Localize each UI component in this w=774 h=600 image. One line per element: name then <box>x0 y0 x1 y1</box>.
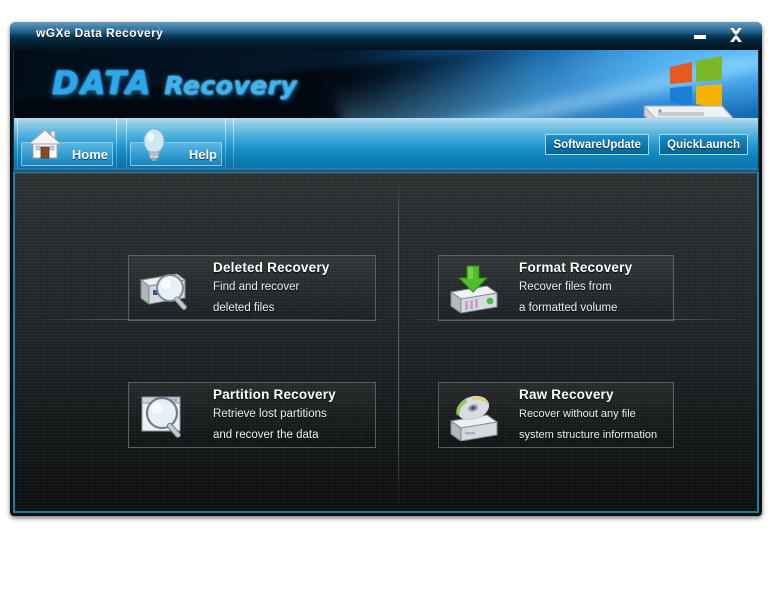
card-title: Raw Recovery <box>519 387 614 402</box>
main-content: Deleted Recovery Find and recover delete… <box>13 172 759 513</box>
card-raw-recovery[interactable]: Raw Recovery Recover without any file sy… <box>438 382 674 448</box>
software-update-button[interactable]: SoftwareUpdate <box>545 134 649 155</box>
card-format-recovery[interactable]: Format Recovery Recover files from a for… <box>438 255 674 321</box>
card-description-line2: deleted files <box>213 302 275 314</box>
toolbar-separator <box>116 118 117 172</box>
minimize-icon <box>694 35 706 39</box>
card-description-line1: Retrieve lost partitions <box>213 408 327 420</box>
card-deleted-recovery[interactable]: Deleted Recovery Find and recover delete… <box>128 255 376 321</box>
card-description-line1: Recover files from <box>519 281 612 293</box>
minimize-button[interactable] <box>684 22 716 48</box>
toolbar-separator <box>233 118 234 172</box>
toolbar-separator <box>225 118 226 172</box>
card-description-line1: Recover without any file <box>519 408 636 420</box>
divider-vertical <box>398 181 399 507</box>
cd-drive-icon <box>449 395 499 441</box>
card-title: Deleted Recovery <box>213 260 330 275</box>
close-button[interactable] <box>720 22 752 48</box>
toolbar: Home Help SoftwareUpdate QuickLaunch <box>13 118 759 172</box>
drive-magnifier-icon <box>139 273 187 310</box>
banner-title: DATA Recovery <box>52 64 297 102</box>
toolbar-item-help-label: Help <box>188 147 217 162</box>
title-bar: wGXe Data Recovery wGXe Data Recovery <box>10 22 762 50</box>
toolbar-item-help[interactable]: Help <box>126 118 226 172</box>
content-top-glow <box>15 172 757 174</box>
title-bar-title: wGXe Data Recovery <box>36 26 164 40</box>
banner-title-main: DATA <box>52 64 153 102</box>
toolbar-separator <box>126 118 127 172</box>
card-title: Partition Recovery <box>213 387 336 402</box>
header-banner: DATA Recovery <box>13 50 759 118</box>
lightbulb-icon <box>143 128 165 161</box>
windows-harddrive-icon <box>642 56 734 118</box>
card-description-line2: system structure information <box>519 429 658 441</box>
card-title: Format Recovery <box>519 260 633 275</box>
card-description-line1: Find and recover <box>213 281 300 293</box>
banner-title-sub: Recovery <box>164 71 298 100</box>
card-description-line2: and recover the data <box>213 429 319 441</box>
window-magnifier-icon <box>141 396 181 438</box>
toolbar-separator <box>17 118 18 172</box>
toolbar-item-home-label: Home <box>71 147 108 162</box>
drive-green-arrow-icon <box>449 265 499 314</box>
house-icon <box>27 129 63 159</box>
toolbar-edge-separator <box>233 118 235 172</box>
quick-launch-button[interactable]: QuickLaunch <box>659 134 748 155</box>
application-window: wGXe Data Recovery wGXe Data Recovery DA… <box>10 22 762 516</box>
card-description-line2: a formatted volume <box>519 302 618 314</box>
close-icon <box>730 28 742 42</box>
toolbar-item-home[interactable]: Home <box>17 118 117 172</box>
card-partition-recovery[interactable]: Partition Recovery Retrieve lost partiti… <box>128 382 376 448</box>
